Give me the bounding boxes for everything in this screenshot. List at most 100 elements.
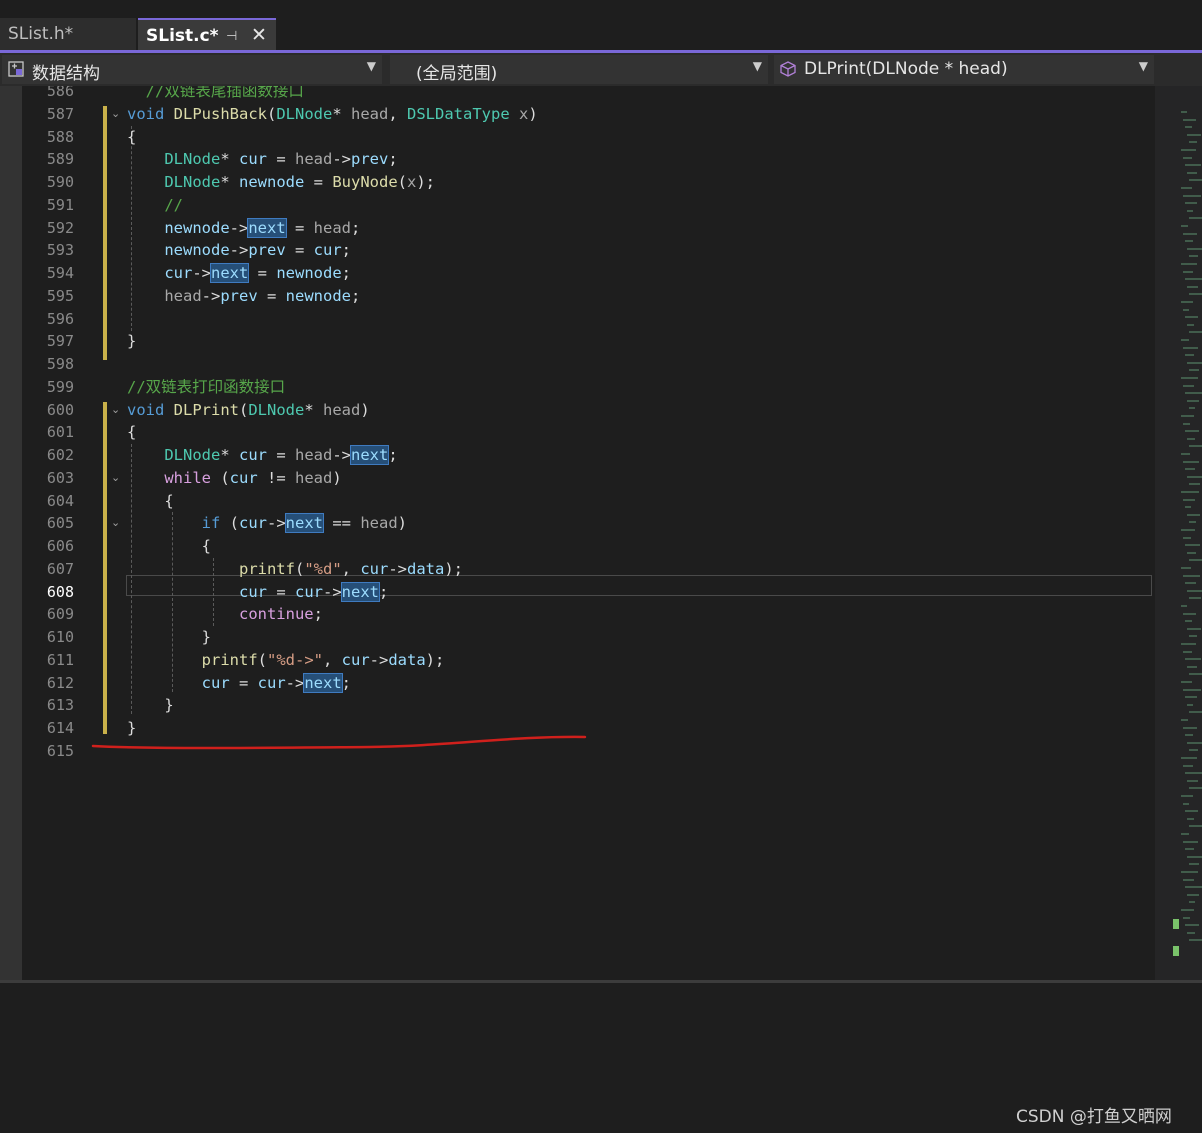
code-line[interactable]: 588 { xyxy=(0,126,1154,148)
line-number: 614 xyxy=(46,719,74,737)
code-line[interactable]: 606 { xyxy=(0,535,1154,557)
minimap-line xyxy=(1189,939,1202,942)
code-line[interactable]: 605 ⌄ if (cur->next == head) xyxy=(0,512,1154,534)
minimap-line xyxy=(1183,536,1191,539)
code-text: cur = cur->next; xyxy=(201,672,351,693)
minimap-line xyxy=(1185,810,1198,813)
minimap-change-marker xyxy=(1173,946,1179,956)
minimap-line xyxy=(1185,240,1193,243)
minimap-line xyxy=(1187,893,1199,896)
code-text: newnode->next = head; xyxy=(164,217,361,238)
project-dropdown[interactable]: 数据结构 ▼ xyxy=(2,55,382,84)
fold-chevron-icon[interactable]: ⌄ xyxy=(111,512,120,534)
minimap-line xyxy=(1183,878,1194,881)
code-line[interactable]: 597} xyxy=(0,330,1154,352)
minimap-line xyxy=(1189,141,1197,144)
scope-label: (全局范围) xyxy=(416,64,498,84)
line-number: 605 xyxy=(46,514,74,533)
minimap-line xyxy=(1185,886,1202,889)
line-number: 587 xyxy=(46,104,74,123)
minimap-line xyxy=(1181,339,1189,341)
line-number: 603 xyxy=(46,468,74,487)
code-line[interactable]: 596 xyxy=(0,308,1154,330)
code-line[interactable]: 590 DLNode* newnode = BuyNode(x); xyxy=(0,171,1154,193)
code-line[interactable]: 589 DLNode* cur = head->prev; xyxy=(0,148,1154,170)
minimap-line xyxy=(1183,422,1190,425)
line-number: 595 xyxy=(46,286,74,305)
code-line[interactable]: 602 DLNode* cur = head->next; xyxy=(0,444,1154,466)
minimap-line xyxy=(1183,498,1195,501)
code-line[interactable]: 610 } xyxy=(0,626,1154,648)
minimap-line xyxy=(1183,270,1193,273)
code-line[interactable]: 609 continue; xyxy=(0,603,1154,625)
code-line[interactable]: 608 cur = cur->next; xyxy=(0,581,1154,603)
minimap-line xyxy=(1187,513,1200,516)
tab-slist-h[interactable]: SList.h* xyxy=(0,18,136,50)
minimap-scrollbar[interactable] xyxy=(1155,86,1202,982)
code-text: cur->next = newnode; xyxy=(164,263,351,283)
pin-icon[interactable]: ⊣ xyxy=(226,29,237,44)
minimap-line xyxy=(1189,559,1202,562)
code-text: while (cur != head) xyxy=(164,468,342,487)
chevron-down-icon[interactable]: ▼ xyxy=(1139,59,1148,73)
code-line[interactable]: 604 { xyxy=(0,490,1154,512)
code-line[interactable]: 613 } xyxy=(0,694,1154,716)
code-line[interactable]: 591 // xyxy=(0,194,1154,216)
line-number: 586 xyxy=(46,86,74,100)
minimap-line xyxy=(1183,916,1190,919)
minimap-line xyxy=(1185,468,1195,471)
minimap-line xyxy=(1189,711,1202,714)
scope-dropdown[interactable]: (全局范围) ▼ xyxy=(390,55,768,84)
minimap-line xyxy=(1185,126,1192,129)
minimap-line xyxy=(1189,673,1202,676)
code-text: // xyxy=(164,195,183,214)
minimap-line xyxy=(1181,643,1196,645)
minimap-line xyxy=(1183,460,1199,463)
minimap-line xyxy=(1187,399,1199,402)
code-line[interactable]: 587 ⌄ void DLPushBack(DLNode* head, DSLDat… xyxy=(0,103,1154,125)
code-line[interactable]: 594 cur->next = newnode; xyxy=(0,262,1154,284)
chevron-down-icon[interactable]: ▼ xyxy=(753,59,762,73)
minimap-line xyxy=(1189,445,1202,448)
minimap-line xyxy=(1187,627,1201,630)
line-number: 613 xyxy=(46,696,74,715)
fold-chevron-icon[interactable]: ⌄ xyxy=(111,103,120,125)
code-line[interactable]: 593 newnode->prev = cur; xyxy=(0,239,1154,261)
code-text: { xyxy=(127,423,137,442)
code-line[interactable]: 600 ⌄ void DLPrint(DLNode* head) xyxy=(0,399,1154,421)
member-dropdown[interactable]: DLPrint(DLNode * head) ▼ xyxy=(774,55,1154,84)
minimap-line xyxy=(1185,848,1194,851)
code-line[interactable]: 603 ⌄ while (cur != head) xyxy=(0,467,1154,489)
line-number: 598 xyxy=(46,355,74,373)
watermark: CSDN @打鱼又晒网 xyxy=(1016,1107,1172,1127)
minimap-line xyxy=(1183,156,1192,159)
document-tab-bar: SList.h* SList.c* ⊣ ✕ xyxy=(0,0,1202,53)
minimap-line xyxy=(1181,187,1192,189)
minimap-line xyxy=(1181,453,1190,455)
minimap-line xyxy=(1187,361,1202,364)
code-line[interactable]: 586 //双链表尾插函数接口 xyxy=(0,86,1154,102)
fold-chevron-icon[interactable]: ⌄ xyxy=(111,399,120,421)
code-line[interactable]: 607 printf("%d", cur->data); xyxy=(0,558,1154,580)
code-line[interactable]: 592 newnode->next = head; xyxy=(0,217,1154,239)
tab-slist-c[interactable]: SList.c* ⊣ ✕ xyxy=(138,18,276,50)
code-line[interactable]: 601 { xyxy=(0,421,1154,443)
chevron-down-icon[interactable]: ▼ xyxy=(367,59,376,73)
line-number: 604 xyxy=(46,491,74,510)
code-line[interactable]: 595 head->prev = newnode; xyxy=(0,285,1154,307)
code-editor[interactable]: 586 //双链表尾插函数接口 587 ⌄ void DLPushBack(DLNod… xyxy=(0,86,1154,982)
minimap-line xyxy=(1185,544,1200,547)
code-line[interactable]: 598 xyxy=(0,353,1154,375)
code-text: cur = cur->next; xyxy=(238,581,389,602)
code-line[interactable]: 599 //双链表打印函数接口 xyxy=(0,376,1154,398)
line-number: 615 xyxy=(46,741,74,760)
code-line[interactable]: 612 cur = cur->next; xyxy=(0,672,1154,694)
close-icon[interactable]: ✕ xyxy=(251,24,267,46)
fold-chevron-icon[interactable]: ⌄ xyxy=(111,467,120,489)
minimap-line xyxy=(1183,612,1196,615)
line-number: 600 xyxy=(46,400,74,419)
minimap-line xyxy=(1185,924,1199,927)
line-number: 594 xyxy=(46,264,74,282)
minimap-line xyxy=(1185,430,1199,433)
code-line[interactable]: 611 printf("%d->", cur->data); xyxy=(0,649,1154,671)
